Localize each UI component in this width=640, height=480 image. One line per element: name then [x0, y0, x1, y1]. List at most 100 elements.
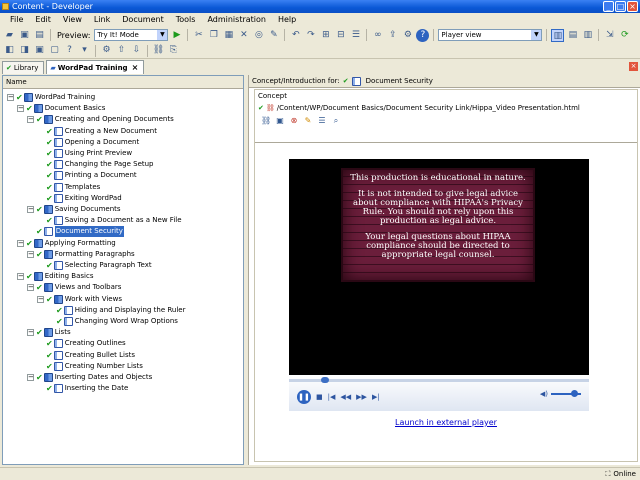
save-icon[interactable]: ▣	[18, 29, 31, 42]
tree-item[interactable]: − ✔ Creating and Opening Documents	[27, 114, 174, 125]
menu-edit[interactable]: Edit	[29, 13, 57, 27]
tree-item[interactable]: − ✔ Work with Views	[37, 294, 122, 305]
layout-single-icon[interactable]: ▥	[551, 28, 565, 42]
redo-icon[interactable]: ↷	[304, 29, 317, 42]
close-panel-button[interactable]: ×	[629, 62, 638, 71]
collapse-icon[interactable]: −	[17, 273, 24, 281]
settings-icon[interactable]: ⚙	[401, 29, 414, 42]
video-screen[interactable]: This production is educational in nature…	[289, 159, 589, 375]
tree-item[interactable]: ✔ Hiding and Displaying the Ruler	[47, 305, 185, 316]
menu-link[interactable]: Link	[88, 13, 116, 27]
save-all-icon[interactable]: ▤	[33, 29, 46, 42]
tab-wordpad-training[interactable]: ▰ WordPad Training ×	[46, 60, 145, 74]
tree-item[interactable]: − ✔ Saving Documents	[27, 204, 121, 215]
remove-link-icon[interactable]: ⊗	[289, 116, 299, 126]
options-icon[interactable]: ⚙	[100, 44, 113, 57]
fast-forward-button[interactable]: ▶▶	[356, 393, 367, 401]
previous-button[interactable]: |◀	[328, 393, 336, 401]
link-icon[interactable]: ⛓	[152, 44, 165, 57]
rewind-button[interactable]: ◀◀	[340, 393, 351, 401]
collapse-icon[interactable]: −	[27, 250, 34, 258]
insert-icon[interactable]: ⊞	[319, 29, 332, 42]
collapse-icon[interactable]: −	[27, 116, 34, 124]
move-up-icon[interactable]: ⇧	[115, 44, 128, 57]
new-topic-icon[interactable]: ▣	[33, 44, 46, 57]
speaker-icon[interactable]: ◀)	[540, 390, 548, 398]
tree-item[interactable]: ✔ Printing a Document	[37, 170, 137, 181]
tree-item[interactable]: ✔ Saving a Document as a New File	[37, 215, 182, 226]
cut-icon[interactable]: ✂	[192, 29, 205, 42]
tree-item[interactable]: − ✔ Editing Basics	[17, 271, 94, 282]
volume-thumb[interactable]	[571, 390, 578, 397]
collapse-icon[interactable]: −	[17, 239, 24, 247]
menu-tools[interactable]: Tools	[170, 13, 202, 27]
menu-administration[interactable]: Administration	[201, 13, 272, 27]
tree-item[interactable]: ✔ Changing Word Wrap Options	[47, 316, 178, 327]
import-icon[interactable]: ▣	[275, 116, 285, 126]
close-tab-icon[interactable]: ×	[132, 62, 139, 74]
volume-slider[interactable]	[551, 390, 581, 397]
layout-split-icon[interactable]: ▤	[566, 29, 579, 42]
preview-icon[interactable]: ⌕	[331, 116, 341, 126]
find-icon[interactable]: ◎	[252, 29, 265, 42]
collapse-icon[interactable]: −	[27, 329, 34, 337]
move-down-icon[interactable]: ⇩	[130, 44, 143, 57]
tree-item[interactable]: − ✔ Views and Toolbars	[27, 282, 121, 293]
collapse-icon[interactable]: −	[17, 105, 24, 113]
tree-item[interactable]: ✔ Inserting the Date	[37, 383, 128, 394]
maximize-button[interactable]: □	[615, 1, 626, 12]
collapse-icon[interactable]: −	[27, 206, 34, 213]
tree-item[interactable]: ✔ Creating Bullet Lists	[37, 350, 135, 361]
layout-columns-icon[interactable]: ▥	[581, 29, 594, 42]
collapse-icon[interactable]: −	[7, 94, 14, 101]
properties-icon[interactable]: ☰	[317, 116, 327, 126]
menu-file[interactable]: File	[4, 13, 29, 27]
paste-icon[interactable]: ▦	[222, 29, 235, 42]
remove-icon[interactable]: ⊟	[334, 29, 347, 42]
new-document-icon[interactable]: ▢	[48, 44, 61, 57]
seek-bar[interactable]	[289, 377, 589, 383]
help-icon[interactable]: ?	[416, 28, 430, 42]
edit-pencil-icon[interactable]: ✎	[303, 116, 313, 126]
link-icon[interactable]: ⛓	[261, 116, 271, 126]
collapse-icon[interactable]: −	[27, 284, 34, 292]
pause-button[interactable]: ❚❚	[297, 390, 311, 404]
new-module-icon[interactable]: ◧	[3, 44, 16, 57]
refresh-icon[interactable]: ⟳	[618, 29, 631, 42]
tree-item[interactable]: − ✔ WordPad Training	[7, 92, 95, 103]
collapse-icon[interactable]: −	[27, 374, 34, 381]
tree-item[interactable]: ✔ Using Print Preview	[37, 148, 132, 159]
player-view-select[interactable]: Player view ▼	[438, 29, 543, 41]
tree-item[interactable]: ✔ Creating Outlines	[37, 338, 126, 349]
new-section-icon[interactable]: ◨	[18, 44, 31, 57]
binoculars-icon[interactable]: ∞	[371, 29, 384, 42]
tree-item[interactable]: ✔ Selecting Paragraph Text	[37, 260, 152, 271]
collapse-icon[interactable]: −	[37, 295, 44, 303]
tree-item[interactable]: ✔ Exiting WordPad	[37, 193, 122, 204]
tree-item[interactable]: ✔ Opening a Document	[37, 137, 139, 148]
tree-item[interactable]: ✔ Templates	[37, 182, 100, 193]
menu-document[interactable]: Document	[116, 13, 169, 27]
check-in-icon[interactable]: ⎘	[167, 44, 180, 57]
help-doc-icon[interactable]: ?	[63, 44, 76, 57]
minimize-button[interactable]: _	[603, 1, 614, 12]
tab-library[interactable]: ✔ Library	[2, 61, 45, 74]
delete-icon[interactable]: ✕	[237, 29, 250, 42]
tree-item-selected[interactable]: ✔ Document Security	[27, 226, 124, 238]
copy-icon[interactable]: ❐	[207, 29, 220, 42]
menu-help[interactable]: Help	[272, 13, 302, 27]
dropdown-icon[interactable]: ▾	[78, 44, 91, 57]
open-folder-icon[interactable]: ▰	[3, 29, 16, 42]
tree-column-header[interactable]: Name	[3, 76, 243, 89]
seek-thumb[interactable]	[321, 377, 329, 383]
go-icon[interactable]: ▶	[170, 29, 183, 42]
stop-button[interactable]: ■	[316, 393, 323, 401]
launch-external-player-link[interactable]: Launch in external player	[255, 418, 637, 427]
tree-item[interactable]: ✔ Creating Number Lists	[37, 361, 143, 372]
tree-item[interactable]: ✔ Creating a New Document	[37, 126, 157, 137]
tree-item[interactable]: − ✔ Formatting Paragraphs	[27, 249, 135, 260]
tree-item[interactable]: − ✔ Inserting Dates and Objects	[27, 372, 152, 383]
close-window-button[interactable]: ×	[627, 1, 638, 12]
tree-item[interactable]: − ✔ Document Basics	[17, 103, 105, 114]
tree-item[interactable]: − ✔ Applying Formatting	[17, 238, 116, 249]
